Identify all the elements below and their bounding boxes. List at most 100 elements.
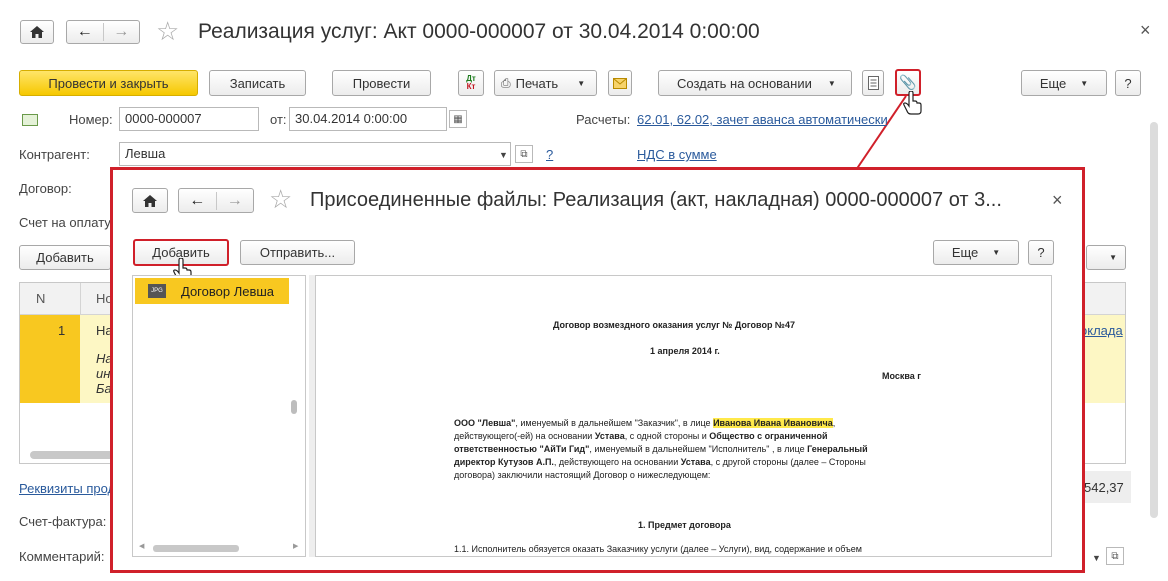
home-button[interactable]	[20, 20, 54, 44]
doc-text-run: ответственностью "АйТи Гид"	[454, 444, 590, 454]
table-menu-button[interactable]: ▼	[1086, 245, 1126, 270]
doc-text-run: директор Кутузов А.П.	[454, 457, 554, 467]
open-icon: ⧉	[520, 148, 528, 160]
doc-text-run: ,	[832, 418, 836, 428]
open-comment-button[interactable]: ⧉	[1106, 547, 1124, 565]
doc-text-run: , именуемый в дальнейшем "Исполнитель" ,…	[589, 444, 808, 454]
dialog-home-button[interactable]	[132, 188, 168, 213]
print-button[interactable]: ⎙ Печать ▼	[494, 70, 597, 96]
back-arrow-icon[interactable]: ←	[67, 23, 103, 41]
callout-line	[855, 95, 907, 171]
dialog-send-button[interactable]: Отправить...	[240, 240, 355, 265]
scroll-right-icon[interactable]: ▶	[293, 542, 298, 550]
table-scrollbar[interactable]	[30, 451, 120, 459]
contractor-field[interactable]: Левша	[119, 142, 511, 166]
report-button[interactable]	[862, 70, 884, 96]
file-list-vscroll[interactable]	[291, 400, 297, 414]
doc-text-run: Устава	[594, 431, 625, 441]
attached-files-dialog: ← → ☆ Присоединенные файлы: Реализация (…	[110, 167, 1085, 573]
doc-text-run: Генеральный	[807, 444, 868, 454]
file-preview: Договор возмездного оказания услуг № Дог…	[315, 275, 1052, 557]
dialog-more-button[interactable]: Еще ▼	[933, 240, 1019, 265]
document-icon	[867, 76, 879, 90]
doc-paragraph-line: действующего(-ей) на основании Устава, с…	[454, 430, 828, 443]
doc-city: Москва г	[882, 371, 922, 381]
list-item[interactable]: JPG Договор Левша	[135, 278, 289, 304]
help-button[interactable]: ?	[1115, 70, 1141, 96]
doc-paragraph-line: ответственностью "АйТи Гид", именуемый в…	[454, 443, 868, 456]
file-list-hscroll[interactable]	[153, 545, 239, 552]
dialog-help-button[interactable]: ?	[1028, 240, 1054, 265]
favorite-star-icon[interactable]: ☆	[269, 184, 292, 215]
forward-arrow-icon[interactable]: →	[103, 23, 139, 41]
date-label: от:	[270, 112, 287, 127]
debit-credit-icon: Дт Кт	[466, 74, 476, 91]
printer-icon: ⎙	[501, 75, 511, 90]
doc-text-run: , действующего на основании	[553, 457, 681, 467]
save-button[interactable]: Записать	[209, 70, 306, 96]
dialog-title: Присоединенные файлы: Реализация (акт, н…	[310, 189, 1002, 211]
doc-text-run: , с другой стороны (далее – Стороны	[710, 457, 866, 467]
file-list: JPG Договор Левша ◀ ▶	[132, 275, 306, 557]
doc-text-run: действующего(-ей) на основании	[454, 431, 595, 441]
vat-link[interactable]: НДС в сумме	[637, 147, 717, 162]
main-scrollbar[interactable]	[1150, 122, 1158, 518]
paperclip-icon: 📎	[899, 74, 917, 90]
open-contractor-button[interactable]: ⧉	[515, 145, 533, 163]
chevron-down-icon: ▼	[827, 78, 836, 88]
envelope-icon	[613, 77, 627, 89]
more-label: Еще	[951, 245, 979, 260]
chevron-down-icon: ▼	[1080, 78, 1089, 88]
print-label: Печать	[515, 75, 559, 91]
document-status-icon	[22, 114, 38, 126]
chevron-down-icon: ▼	[1109, 253, 1117, 262]
favorite-star-icon[interactable]: ☆	[156, 16, 179, 47]
chevron-down-icon: ▼	[577, 78, 586, 88]
contractor-label: Контрагент:	[19, 147, 90, 162]
dialog-close-icon[interactable]: ×	[1052, 190, 1063, 211]
create-based-on-button[interactable]: Создать на основании ▼	[658, 70, 852, 96]
row-number: 1	[58, 323, 66, 338]
chevron-down-icon[interactable]: ▼	[1092, 553, 1101, 563]
number-field[interactable]: 0000-000007	[119, 107, 259, 131]
post-button[interactable]: Провести	[332, 70, 431, 96]
scroll-left-icon[interactable]: ◀	[139, 542, 144, 550]
dt-kt-button[interactable]: Дт Кт	[458, 70, 484, 96]
contract-label: Договор:	[19, 181, 72, 196]
requisites-link[interactable]: Реквизиты прод	[19, 481, 115, 496]
doc-text-run: , именуемый в дальнейшем "Заказчик", в л…	[515, 418, 714, 428]
doc-text-run: Иванова Ивана Ивановича	[713, 418, 833, 428]
doc-text-run: , с одной стороны и	[624, 431, 710, 441]
dialog-nav-back-forward[interactable]: ← →	[178, 188, 254, 213]
chevron-down-icon: ▼	[992, 248, 1001, 257]
back-arrow-icon[interactable]: ←	[179, 192, 216, 210]
post-and-close-button[interactable]: Провести и закрыть	[19, 70, 198, 96]
forward-arrow-icon[interactable]: →	[216, 192, 253, 210]
nav-back-forward[interactable]: ← →	[66, 20, 140, 44]
doc-date: 1 апреля 2014 г.	[650, 346, 720, 356]
table-add-button[interactable]: Добавить	[19, 245, 111, 270]
home-icon	[143, 194, 157, 207]
more-button[interactable]: Еще ▼	[1021, 70, 1107, 96]
doc-clause: 1.1. Исполнитель обязуется оказать Заказ…	[454, 544, 862, 554]
email-button[interactable]	[608, 70, 632, 96]
calendar-button[interactable]: ▦	[449, 110, 467, 128]
jpg-file-icon: JPG	[148, 284, 166, 298]
doc-paragraph-line: ООО "Левша", именуемый в дальнейшем "Зак…	[454, 417, 835, 430]
doc-text-run: Устава	[680, 457, 711, 467]
date-field[interactable]: 30.04.2014 0:00:00	[289, 107, 447, 131]
doc-text-run: ООО "Левша"	[454, 418, 516, 428]
window-title: Реализация услуг: Акт 0000-000007 от 30.…	[198, 20, 760, 43]
chevron-down-icon[interactable]: ▼	[499, 150, 508, 160]
settlements-label: Расчеты:	[576, 112, 631, 127]
file-name: Договор Левша	[181, 284, 275, 299]
create-based-on-label: Создать на основании	[677, 75, 812, 91]
doc-title: Договор возмездного оказания услуг № Дог…	[553, 320, 795, 330]
window-close-icon[interactable]: ×	[1140, 20, 1151, 41]
calendar-icon: ▦	[453, 113, 463, 125]
contractor-help-link[interactable]: ?	[546, 147, 553, 162]
doc-section-heading: 1. Предмет договора	[638, 520, 731, 530]
settlements-link[interactable]: 62.01, 62.02, зачет аванса автоматически	[637, 112, 887, 127]
row-link[interactable]: оклада	[1080, 323, 1123, 338]
total-value: 542,37	[1084, 480, 1124, 495]
